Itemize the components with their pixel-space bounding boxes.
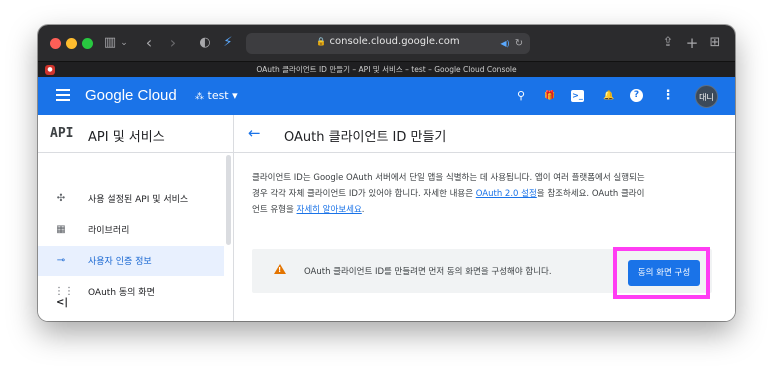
- reload-icon[interactable]: ↻: [513, 35, 525, 53]
- sidebar-item-library[interactable]: ▦ 라이브러리: [38, 215, 224, 245]
- main-content: ← OAuth 클라이언트 ID 만들기 클라이언트 ID는 Google OA…: [234, 115, 735, 321]
- sidebar-item-label: 라이브러리: [88, 226, 130, 236]
- lock-icon: 🔒: [316, 37, 327, 46]
- key-icon: ⊸: [56, 255, 66, 266]
- browser-window: ▥ ⌄ ‹ › ◐ ⚡ 🔒 console.cloud.google.com ◀…: [38, 25, 735, 321]
- page-title: OAuth 클라이언트 ID 만들기: [284, 130, 447, 145]
- warning-mark: !: [278, 266, 282, 274]
- back-arrow-icon[interactable]: ←: [248, 124, 261, 142]
- address-bar[interactable]: 🔒 console.cloud.google.com ◀) ↻: [246, 33, 530, 54]
- tab-title[interactable]: OAuth 클라이언트 ID 만들기 – API 및 서비스 – test – …: [38, 64, 735, 75]
- forward-icon[interactable]: ›: [166, 34, 180, 52]
- oauth-setup-link[interactable]: OAuth 2.0 설정: [476, 189, 537, 199]
- gift-icon[interactable]: 🎁: [542, 88, 558, 104]
- privacy-shield-icon[interactable]: ◐: [198, 34, 212, 52]
- tab-overview-icon[interactable]: ⊞: [708, 34, 722, 52]
- page-header: ← OAuth 클라이언트 ID 만들기: [234, 115, 735, 153]
- sidebar-header: API API 및 서비스: [38, 115, 233, 153]
- more-vert-icon[interactable]: ⋮: [660, 88, 676, 104]
- share-icon[interactable]: ⇪: [661, 34, 675, 52]
- close-window-button[interactable]: [50, 38, 61, 49]
- extension-icon[interactable]: ⚡: [221, 34, 235, 52]
- back-icon[interactable]: ‹: [142, 34, 156, 52]
- learn-more-link[interactable]: 자세히 알아보세요: [297, 205, 362, 215]
- banner-text: OAuth 클라이언트 ID를 만들려면 먼저 동의 화면을 구성해야 합니다.: [304, 267, 552, 277]
- collapse-sidebar-icon[interactable]: <|: [56, 297, 68, 308]
- project-picker[interactable]: ⁂ test ▾: [195, 89, 238, 102]
- chevron-down-icon[interactable]: ⌄: [120, 34, 128, 52]
- google-cloud-logo[interactable]: Google Cloud: [85, 87, 177, 104]
- minimize-window-button[interactable]: [66, 38, 77, 49]
- description-text: 클라이언트 ID는 Google OAuth 서버에서 단일 앱을 식별하는 데…: [252, 173, 645, 215]
- configure-consent-screen-button[interactable]: 동의 화면 구성: [628, 260, 700, 286]
- sidebar-item-label: OAuth 동의 화면: [88, 288, 155, 298]
- sidebar-scrollbar[interactable]: [226, 155, 231, 245]
- sidebar-item-credentials[interactable]: ⊸ 사용자 인증 정보: [38, 246, 224, 276]
- search-icon[interactable]: ⚲: [513, 88, 529, 104]
- menu-icon[interactable]: [56, 89, 70, 101]
- url-text: 🔒 console.cloud.google.com: [316, 36, 460, 47]
- console-header: Google Cloud ⁂ test ▾ ⚲ 🎁 >_ 🔔 ? ⋮ 대니: [38, 77, 735, 115]
- audio-icon[interactable]: ◀): [498, 35, 512, 53]
- sidebar-item-enabled-apis[interactable]: ✣ 사용 설정된 API 및 서비스: [38, 184, 224, 214]
- project-dots-icon: ⁂: [195, 92, 204, 102]
- sidebar-item-label: 사용자 인증 정보: [88, 257, 152, 267]
- bell-icon[interactable]: 🔔: [601, 88, 617, 104]
- sidebar-item-label: 사용 설정된 API 및 서비스: [88, 195, 189, 205]
- api-logo-icon: API: [50, 126, 74, 141]
- avatar[interactable]: 대니: [695, 85, 718, 108]
- terminal-icon[interactable]: >_: [571, 90, 584, 102]
- sidebar-title: API 및 서비스: [88, 130, 165, 145]
- new-tab-icon[interactable]: +: [685, 34, 699, 52]
- enabled-apis-icon: ✣: [56, 193, 66, 204]
- help-icon[interactable]: ?: [630, 89, 643, 102]
- browser-toolbar: ▥ ⌄ ‹ › ◐ ⚡ 🔒 console.cloud.google.com ◀…: [38, 25, 735, 61]
- sidebar: API API 및 서비스 ✣ 사용 설정된 API 및 서비스 ▦ 라이브러리…: [38, 115, 234, 321]
- sidebar-toggle-icon[interactable]: ▥: [102, 34, 118, 52]
- zoom-window-button[interactable]: [82, 38, 93, 49]
- tab-bar[interactable]: ● OAuth 클라이언트 ID 만들기 – API 및 서비스 – test …: [38, 61, 735, 77]
- library-icon: ▦: [56, 224, 66, 235]
